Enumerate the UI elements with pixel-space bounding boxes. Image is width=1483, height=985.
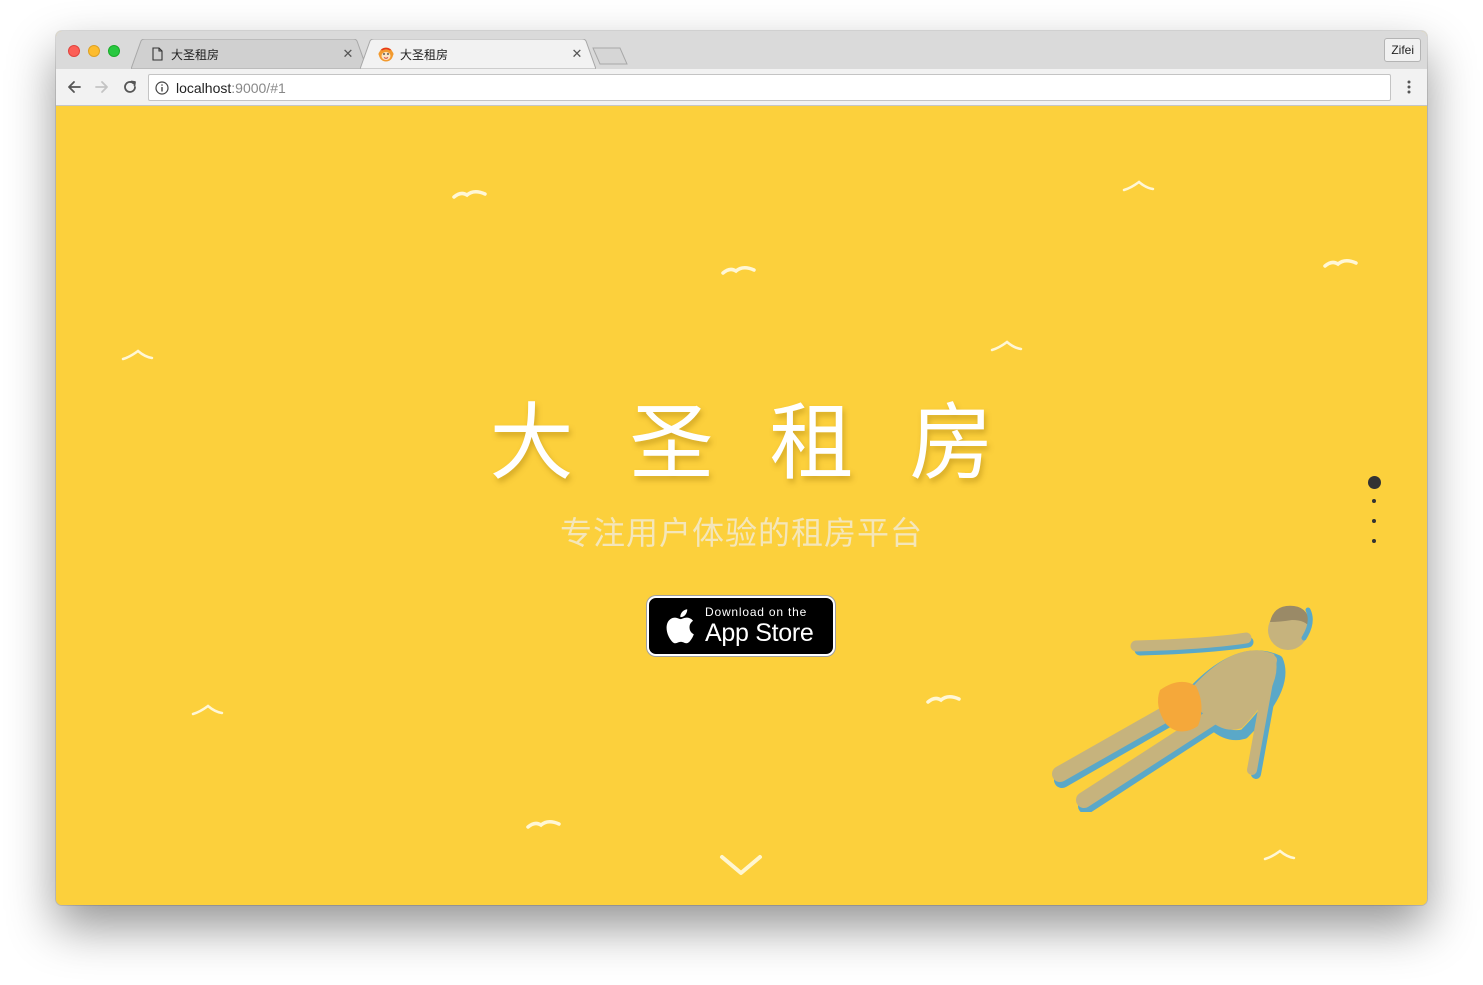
- url-host: localhost: [176, 79, 232, 96]
- floating-swimmer-illustration: [1052, 605, 1313, 812]
- new-tab-button[interactable]: [592, 47, 628, 65]
- forward-button[interactable]: [92, 77, 112, 97]
- close-window-button[interactable]: [68, 45, 80, 57]
- profile-button[interactable]: Zifei: [1384, 38, 1421, 62]
- url-path: :9000/#1: [231, 79, 286, 96]
- tab-inactive[interactable]: 大圣租房 ✕: [131, 39, 367, 69]
- address-bar[interactable]: localhost:9000/#1: [148, 74, 1391, 101]
- seagull-icon: [926, 695, 961, 704]
- page-icon: [149, 46, 165, 62]
- seagull-icon: [990, 340, 1023, 352]
- arrow-right-icon: [95, 81, 108, 93]
- browser-toolbar: localhost:9000/#1: [56, 69, 1427, 106]
- chevron-down-icon[interactable]: [719, 853, 763, 877]
- hero-title: 大圣租房: [489, 394, 1050, 492]
- browser-window: 大圣租房 ✕ 大圣租房 ✕ Zifei localhost:9000/#1 大…: [56, 31, 1427, 905]
- tab-active[interactable]: 大圣租房 ✕: [360, 39, 596, 69]
- close-icon[interactable]: ✕: [341, 46, 355, 61]
- more-vertical-icon: [1407, 80, 1411, 94]
- seagull-icon: [1263, 849, 1296, 861]
- section-dots-nav: [1367, 476, 1381, 559]
- apple-logo-icon: [666, 609, 694, 644]
- info-icon[interactable]: [155, 80, 169, 95]
- seagull-icon: [121, 349, 154, 361]
- maximize-window-button[interactable]: [108, 45, 120, 57]
- arrow-left-icon: [68, 81, 81, 93]
- section-dot[interactable]: [1372, 519, 1376, 523]
- seagull-icon: [526, 820, 561, 829]
- section-dot[interactable]: [1372, 499, 1376, 503]
- monkey-favicon-icon: [378, 46, 394, 62]
- minimize-window-button[interactable]: [88, 45, 100, 57]
- menu-button[interactable]: [1401, 77, 1417, 97]
- page-content: 大圣租房 专注用户体验的租房平台 Download on the App Sto…: [56, 106, 1427, 905]
- app-store-label: App Store: [705, 619, 814, 647]
- section-dot[interactable]: [1372, 539, 1376, 543]
- back-button[interactable]: [64, 77, 84, 97]
- tab-strip: 大圣租房 ✕ 大圣租房 ✕ Zifei: [56, 31, 1427, 69]
- seagull-icon: [721, 266, 756, 275]
- reload-icon: [124, 80, 136, 93]
- seagull-icon: [191, 704, 224, 716]
- close-icon[interactable]: ✕: [570, 46, 584, 61]
- seagull-icon: [452, 190, 487, 199]
- app-store-button[interactable]: Download on the App Store: [647, 596, 835, 656]
- app-store-caption: Download on the: [705, 605, 808, 619]
- tab-title: 大圣租房: [171, 47, 220, 62]
- tab-title: 大圣租房: [400, 47, 449, 62]
- seagull-icon: [1323, 259, 1358, 268]
- hero-subtitle: 专注用户体验的租房平台: [559, 514, 923, 552]
- reload-button[interactable]: [120, 77, 140, 97]
- seagull-icon: [1122, 180, 1155, 192]
- section-dot-active[interactable]: [1367, 476, 1381, 489]
